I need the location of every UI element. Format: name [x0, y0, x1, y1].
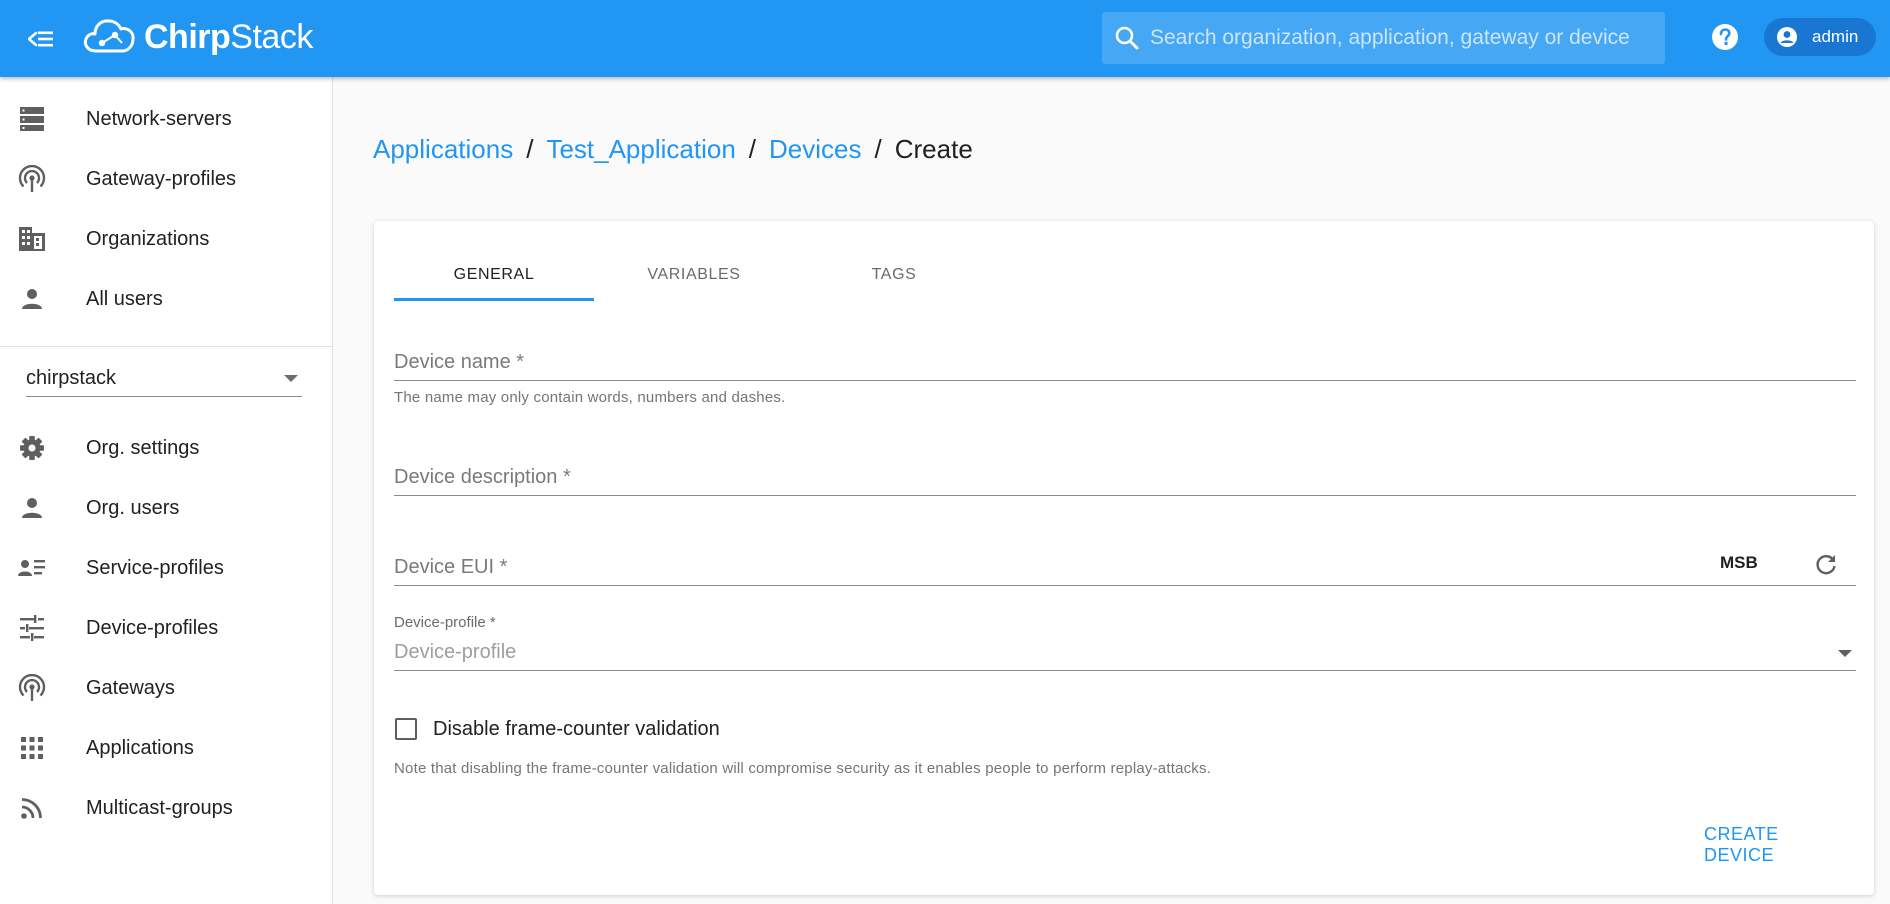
- account-circle-icon: [1774, 24, 1800, 50]
- sidebar-item-label: Network-servers: [86, 107, 232, 130]
- device-name-helper: The name may only contain words, numbers…: [394, 389, 786, 406]
- sidebar: Network-servers Gateway-profiles Organiz…: [0, 77, 333, 904]
- sidebar-item-label: Gateway-profiles: [86, 167, 237, 190]
- sidebar-item-gateway-profiles[interactable]: Gateway-profiles: [0, 151, 333, 207]
- logo-text-bold: Chirp: [144, 17, 231, 56]
- person-icon: [18, 285, 46, 313]
- sidebar-item-label: Applications: [86, 736, 194, 759]
- sidebar-item-network-servers[interactable]: Network-servers: [0, 91, 333, 147]
- grid-icon: [18, 734, 46, 762]
- help-icon[interactable]: [1708, 20, 1742, 54]
- device-eui-input[interactable]: [394, 554, 1394, 584]
- breadcrumb-separator: /: [526, 134, 534, 164]
- sidebar-item-multicast-groups[interactable]: Multicast-groups: [0, 780, 333, 836]
- sidebar-item-label: Org. users: [86, 496, 180, 519]
- sidebar-item-service-profiles[interactable]: Service-profiles: [0, 540, 333, 596]
- disable-fcnt-label: Disable frame-counter validation: [433, 717, 720, 740]
- device-eui-field[interactable]: Device EUI *: [394, 552, 1856, 586]
- sidebar-item-org-users[interactable]: Org. users: [0, 480, 333, 536]
- device-description-field[interactable]: Device description *: [394, 462, 1856, 496]
- chirpstack-logo[interactable]: ChirpStack: [82, 12, 313, 62]
- sliders-icon: [18, 614, 46, 642]
- sidebar-item-label: Gateways: [86, 676, 175, 699]
- device-profile-placeholder: Device-profile: [394, 641, 517, 663]
- field-underline: [394, 495, 1856, 496]
- organization-selector[interactable]: chirpstack: [26, 361, 302, 397]
- logo-text: ChirpStack: [144, 18, 313, 57]
- top-app-bar: ChirpStack admin: [0, 0, 1890, 77]
- create-device-button[interactable]: CREATE DEVICE: [1704, 824, 1854, 865]
- tab-general[interactable]: GENERAL: [394, 249, 594, 301]
- server-icon: [18, 105, 46, 133]
- device-name-input[interactable]: [394, 349, 1694, 379]
- organization-selector-value: chirpstack: [26, 367, 117, 389]
- sidebar-item-label: Multicast-groups: [86, 796, 233, 819]
- refresh-icon[interactable]: [1812, 550, 1840, 578]
- disable-fcnt-checkbox-row[interactable]: Disable frame-counter validation: [394, 715, 720, 743]
- breadcrumb-separator: /: [748, 134, 757, 164]
- sidebar-item-org-settings[interactable]: Org. settings: [0, 420, 333, 476]
- disable-fcnt-helper: Note that disabling the frame-counter va…: [394, 760, 1212, 777]
- search-input[interactable]: [1150, 26, 1650, 50]
- device-profile-select[interactable]: Device-profile: [394, 635, 1856, 671]
- sidebar-item-device-profiles[interactable]: Device-profiles: [0, 600, 333, 656]
- sidebar-item-all-users[interactable]: All users: [0, 271, 333, 327]
- search-icon: [1112, 23, 1142, 53]
- sidebar-item-label: All users: [86, 287, 163, 310]
- breadcrumb-devices-link[interactable]: Devices: [769, 134, 861, 165]
- cloud-logo-icon: [82, 13, 138, 62]
- building-icon: [18, 225, 46, 253]
- menu-collapse-icon[interactable]: [22, 20, 60, 58]
- antenna-icon: [18, 165, 46, 193]
- sidebar-item-label: Device-profiles: [86, 616, 219, 639]
- global-search[interactable]: [1102, 12, 1665, 64]
- breadcrumb-applications-link[interactable]: Applications: [373, 134, 513, 165]
- field-underline: [394, 585, 1856, 586]
- field-underline: [394, 380, 1856, 381]
- breadcrumb-separator: /: [874, 134, 882, 164]
- caret-down-icon: [1838, 650, 1852, 657]
- antenna-icon: [18, 674, 46, 702]
- breadcrumb-application-link[interactable]: Test_Application: [546, 134, 735, 165]
- rss-icon: [18, 794, 46, 822]
- person-icon: [18, 494, 46, 522]
- user-name: admin: [1812, 27, 1859, 46]
- tab-variables[interactable]: VARIABLES: [594, 249, 794, 301]
- tab-tags[interactable]: TAGS: [794, 249, 994, 301]
- sidebar-item-applications[interactable]: Applications: [0, 720, 333, 776]
- sidebar-item-label: Service-profiles: [86, 556, 224, 579]
- sidebar-item-gateways[interactable]: Gateways: [0, 660, 333, 716]
- person-list-icon: [18, 554, 46, 582]
- breadcrumb: Applications / Test_Application / Device…: [373, 134, 973, 165]
- user-menu-button[interactable]: admin: [1764, 18, 1876, 56]
- sidebar-divider: [0, 346, 333, 347]
- caret-down-icon: [284, 375, 298, 382]
- logo-text-light: Stack: [230, 17, 313, 56]
- byte-order-toggle[interactable]: MSB: [1720, 553, 1758, 573]
- active-tab-indicator: [394, 298, 594, 301]
- gear-icon: [18, 434, 46, 462]
- sidebar-item-organizations[interactable]: Organizations: [0, 211, 333, 267]
- breadcrumb-current: Create: [894, 134, 973, 164]
- sidebar-item-label: Organizations: [86, 227, 210, 250]
- sidebar-item-label: Org. settings: [86, 436, 200, 459]
- create-device-card: GENERAL VARIABLES TAGS Device name * The…: [374, 221, 1874, 895]
- disable-fcnt-checkbox[interactable]: [395, 718, 417, 740]
- device-name-field[interactable]: Device name *: [394, 347, 1856, 381]
- device-description-input[interactable]: [394, 464, 1694, 494]
- device-profile-label: Device-profile *: [394, 614, 496, 631]
